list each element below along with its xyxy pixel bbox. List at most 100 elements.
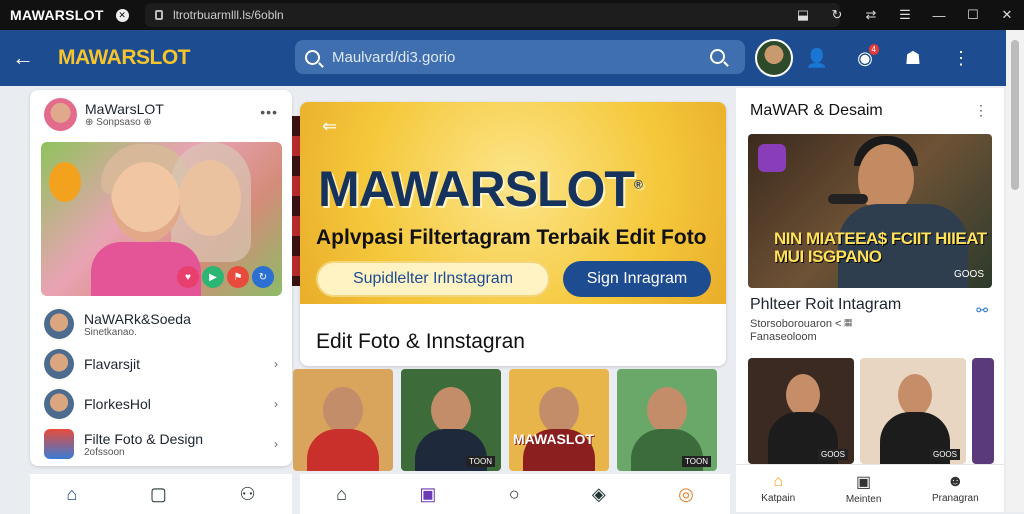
list-item[interactable]: Flavarsjit › <box>44 344 284 384</box>
search-input[interactable]: Maulvard/di3.gorio <box>332 49 455 66</box>
like-icon[interactable]: ♥ <box>177 266 199 288</box>
post-meta: Storsoborouaron < 𝄜 Fanaseoloom <box>750 318 852 344</box>
tagline: Aplvpasi Filtertagram Terbaik Edit Foto <box>316 226 707 249</box>
thumbnail-tag: TOON <box>682 456 711 467</box>
profile-icon[interactable]: 👤 <box>793 48 841 69</box>
bookmark-icon[interactable]: ⇄ <box>854 7 888 23</box>
filter-instagram-button[interactable]: Supidlelter Irlnstagram <box>316 261 550 297</box>
header-actions: 👤 ◉ 4 ☗ ⋮ <box>755 39 985 77</box>
thumbnail[interactable] <box>972 358 994 464</box>
left-bottom-nav: ⌂ ▢ ⚇ <box>30 474 292 514</box>
sign-in-button[interactable]: Sign Inragram <box>563 261 711 297</box>
notifications-icon[interactable]: ◉ 4 <box>841 43 889 69</box>
face-shape <box>647 387 687 433</box>
list-avatar <box>44 429 74 459</box>
thumbnail[interactable] <box>293 369 393 471</box>
thumbnail[interactable]: TOON <box>401 369 501 471</box>
home-icon[interactable]: ⌂ <box>66 484 77 505</box>
search-nav-icon[interactable]: ○ <box>509 484 520 505</box>
list-avatar <box>44 309 74 339</box>
decorative-strip <box>292 116 300 286</box>
search-icon <box>305 49 320 65</box>
thumbnail[interactable]: MAWASLOT <box>509 369 609 471</box>
app-badge-icon <box>758 144 786 172</box>
face-shape <box>111 162 181 242</box>
scrollbar-thumb[interactable] <box>1011 40 1019 190</box>
list-item-title: NaWARk&Soeda <box>84 310 191 327</box>
app-logo[interactable]: MAWARSLOT <box>58 46 191 70</box>
nav-item[interactable]: ▣ Meinten <box>846 472 882 505</box>
search-bar[interactable]: Maulvard/di3.gorio <box>295 40 745 74</box>
face-shape <box>431 387 471 433</box>
post-meta-line: Fanaseoloom <box>750 331 817 343</box>
share-icon[interactable]: ⚯ <box>976 302 988 319</box>
more-options-icon[interactable]: ⋮ <box>974 102 988 119</box>
balloon-shape <box>49 162 81 202</box>
shield-icon[interactable]: ◈ <box>592 484 606 505</box>
address-text[interactable]: ltrotrbuarmlll.ls/6obln <box>173 8 284 22</box>
chevron-right-icon: › <box>274 437 278 451</box>
app-header: ← MAWARSLOT Maulvard/di3.gorio 👤 ◉ 4 ☗ ⋮ <box>0 30 1006 86</box>
discover-icon[interactable]: ◎ <box>678 484 694 505</box>
promo-banner[interactable]: ⇐ MAWARSLOT® Aplvpasi Filtertagram Terba… <box>300 102 726 304</box>
face-shape <box>179 160 241 236</box>
play-icon[interactable]: ▶ <box>202 266 224 288</box>
account-icon[interactable]: ☗ <box>889 48 937 69</box>
right-thumbnails: GOOS GOOS <box>748 358 1004 464</box>
user-avatar[interactable] <box>755 39 793 77</box>
hero-card: ⇐ MAWARSLOT® Aplvpasi Filtertagram Terba… <box>300 102 726 366</box>
post-title[interactable]: Phlteer Roit Intagram <box>750 296 901 314</box>
close-icon[interactable]: ✕ <box>990 7 1024 23</box>
more-menu-icon[interactable]: ⋮ <box>937 48 985 69</box>
scrollbar[interactable] <box>1006 30 1024 512</box>
thumbnail-row: TOON MAWASLOT TOON <box>293 369 729 471</box>
more-options-icon[interactable]: ••• <box>260 104 278 120</box>
featured-image[interactable]: NIN MIATEEA$ FCIIT HIIEAT MUI ISGPANO GO… <box>748 134 992 288</box>
profile-name[interactable]: MaWarsLOT <box>85 101 164 117</box>
window-controls: ⬓ ↻ ⇄ ☰ — ☐ ✕ <box>786 0 1024 30</box>
maximize-icon[interactable]: ☐ <box>956 7 990 23</box>
lock-icon <box>155 10 163 20</box>
side-list: NaWARk&Soeda Sinetkanao. Flavarsjit › Flo… <box>44 304 284 464</box>
thumbnail[interactable]: GOOS <box>748 358 854 464</box>
post-photo[interactable]: ♥ ▶ ⚑ ↻ <box>41 142 282 296</box>
tab-title[interactable]: MAWARSLOT <box>10 7 104 23</box>
nav-item[interactable]: ⌂ Katpain <box>761 473 795 504</box>
notification-badge: 4 <box>868 43 879 55</box>
chevron-right-icon: › <box>274 397 278 411</box>
list-item[interactable]: Filte Foto & Design 2ofssoon › <box>44 424 284 464</box>
profile-card: MaWarsLOT ⊕ Sonpsaso ⊕ ••• ♥ ▶ ⚑ ↻ NaWAR… <box>30 90 292 466</box>
program-icon: ☻ <box>946 473 964 490</box>
thumbnail-tag: TOON <box>466 456 495 467</box>
thumbnail-overlay-text: MAWASLOT <box>513 431 594 447</box>
profile-nav-icon[interactable]: ⚇ <box>240 484 256 505</box>
nav-item[interactable]: ☻ Pranagran <box>932 473 979 504</box>
profile-avatar[interactable] <box>44 98 77 131</box>
search-submit-icon[interactable] <box>710 49 725 64</box>
tab-close-icon[interactable]: ✕ <box>115 8 129 22</box>
extension-icon[interactable]: ⬓ <box>786 7 820 23</box>
chat-icon[interactable]: ▢ <box>150 484 167 505</box>
right-bottom-nav: ⌂ Katpain ▣ Meinten ☻ Pranagran <box>736 464 1004 512</box>
home-icon[interactable]: ⌂ <box>336 484 347 505</box>
microphone-shape <box>828 194 868 204</box>
share-icon[interactable]: ↻ <box>252 266 274 288</box>
back-arrow-icon[interactable]: ← <box>12 45 42 71</box>
profile-header[interactable]: MaWarsLOT ⊕ Sonpsaso ⊕ <box>30 90 292 139</box>
thumbnail[interactable]: TOON <box>617 369 717 471</box>
address-bar[interactable]: ltrotrbuarmlll.ls/6obln <box>145 3 840 27</box>
refresh-icon[interactable]: ↻ <box>820 7 854 23</box>
list-item[interactable]: FlorkesHol › <box>44 384 284 424</box>
edit-icon[interactable]: ▣ <box>419 484 436 505</box>
home-icon: ⌂ <box>773 473 784 490</box>
thumbnail[interactable]: GOOS <box>860 358 966 464</box>
list-item-sub: Sinetkanao. <box>84 326 137 338</box>
menu-icon[interactable]: ☰ <box>888 7 922 23</box>
list-item-title: FlorkesHol <box>84 396 151 412</box>
list-item[interactable]: NaWARk&Soeda Sinetkanao. <box>44 304 284 344</box>
thumbnail-tag: GOOS <box>929 449 960 460</box>
minimize-icon[interactable]: — <box>922 8 956 23</box>
image-overlay-text: NIN MIATEEA$ FCIIT HIIEAT MUI ISGPANO <box>774 229 987 266</box>
flag-icon[interactable]: ⚑ <box>227 266 249 288</box>
thumbnail-tag: GOOS <box>817 449 848 460</box>
